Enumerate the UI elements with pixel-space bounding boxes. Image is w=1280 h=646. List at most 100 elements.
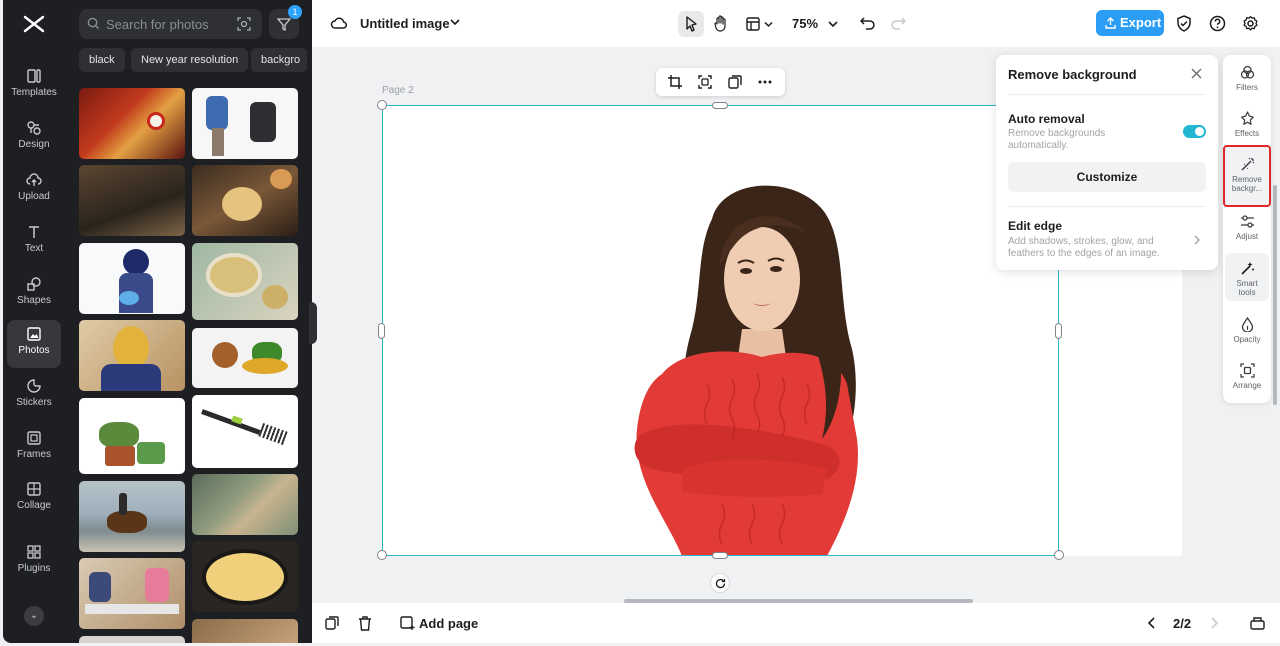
rail-item-frames[interactable]: Frames <box>7 424 61 472</box>
chevron-down-icon <box>764 21 773 28</box>
tag-chip[interactable]: black <box>79 48 125 72</box>
select-tool-button[interactable] <box>678 11 704 37</box>
undo-icon[interactable] <box>860 15 876 31</box>
add-page-button[interactable]: Add page <box>419 616 478 631</box>
tool-effects[interactable]: Effects <box>1225 111 1269 138</box>
photo-thumbnail[interactable] <box>192 88 298 159</box>
expand-chevron-icon[interactable]: ⌄ <box>24 606 44 626</box>
shield-check-icon[interactable] <box>1176 15 1192 32</box>
auto-removal-toggle[interactable] <box>1183 125 1206 138</box>
title-chevron-down-icon[interactable] <box>450 18 460 26</box>
layout-menu-button[interactable] <box>742 11 778 37</box>
rail-item-photos[interactable]: Photos <box>7 320 61 368</box>
tool-arrange[interactable]: Arrange <box>1225 363 1269 390</box>
close-icon[interactable] <box>1191 68 1202 79</box>
resize-handle-top-left[interactable] <box>377 100 387 110</box>
resize-handle-bottom-left[interactable] <box>377 550 387 560</box>
adjust-sliders-icon <box>1240 215 1254 228</box>
rotate-handle[interactable] <box>710 573 730 593</box>
tool-smart-tools[interactable]: Smart tools <box>1225 253 1269 301</box>
photo-thumbnail[interactable] <box>192 328 298 388</box>
help-question-icon[interactable] <box>1209 15 1226 32</box>
photo-thumbnail[interactable] <box>79 636 185 643</box>
duplicate-page-icon[interactable] <box>325 616 339 630</box>
zoom-chevron-down-icon[interactable] <box>828 20 838 28</box>
document-title[interactable]: Untitled image <box>360 16 450 31</box>
photo-thumbnail[interactable] <box>79 398 185 474</box>
rail-item-collage[interactable]: Collage <box>7 475 61 523</box>
photo-thumbnail[interactable] <box>192 619 298 643</box>
photo-thumbnail[interactable] <box>79 320 185 391</box>
rail-label: Design <box>18 139 50 150</box>
edit-edge-title: Edit edge <box>1008 219 1063 233</box>
customize-button[interactable]: Customize <box>1008 162 1206 192</box>
rail-item-plugins[interactable]: Plugins <box>7 538 61 586</box>
resize-handle-bottom[interactable] <box>712 552 728 559</box>
smart-crop-icon[interactable] <box>698 75 712 89</box>
photo-thumbnail[interactable] <box>79 165 185 236</box>
photo-thumbnail[interactable] <box>192 541 298 612</box>
resize-handle-left[interactable] <box>378 323 385 339</box>
rail-item-upload[interactable]: Upload <box>7 166 61 214</box>
tool-filters[interactable]: Filters <box>1225 65 1269 92</box>
left-rail: Templates Design Upload Text Shapes Phot… <box>3 0 65 643</box>
tag-chip[interactable]: New year resolution <box>131 48 249 72</box>
top-bar: Untitled image 75% Export <box>312 0 1280 47</box>
rail-item-shapes[interactable]: Shapes <box>7 270 61 318</box>
photo-thumbnail[interactable] <box>192 395 298 468</box>
photo-thumbnail[interactable] <box>79 243 185 314</box>
redo-icon[interactable] <box>890 15 906 31</box>
edit-edge-row[interactable]: Edit edge Add shadows, strokes, glow, an… <box>996 207 1218 267</box>
photo-thumbnail[interactable] <box>192 474 298 535</box>
floating-toolbar <box>656 68 785 96</box>
stickers-icon <box>27 379 41 393</box>
image-search-icon[interactable] <box>236 16 252 32</box>
photo-thumbnail[interactable] <box>79 481 185 552</box>
prev-page-chevron-icon[interactable] <box>1148 617 1156 629</box>
selection-frame[interactable] <box>382 105 1059 556</box>
crop-icon[interactable] <box>668 75 682 89</box>
photo-thumbnail[interactable] <box>79 558 185 629</box>
duplicate-icon[interactable] <box>728 75 742 89</box>
auto-removal-desc-line2: automatically. <box>1008 140 1069 151</box>
zoom-level[interactable]: 75% <box>792 16 818 31</box>
photo-thumbnail[interactable] <box>79 88 185 159</box>
resize-handle-bottom-right[interactable] <box>1054 550 1064 560</box>
trash-icon[interactable] <box>358 616 372 631</box>
rail-item-design[interactable]: Design <box>7 114 61 162</box>
rail-label: Collage <box>17 500 51 511</box>
remove-background-wand-icon <box>1240 157 1254 171</box>
chevron-right-icon <box>1194 235 1200 245</box>
next-page-chevron-icon[interactable] <box>1210 617 1218 629</box>
resize-handle-top[interactable] <box>712 102 728 109</box>
capcut-logo-icon[interactable] <box>22 12 46 36</box>
bottom-bar: Add page 2/2 <box>312 603 1280 643</box>
tag-chip[interactable]: backgro <box>251 48 307 72</box>
cloud-sync-icon[interactable] <box>330 15 348 31</box>
rail-item-templates[interactable]: Templates <box>7 62 61 110</box>
tool-adjust[interactable]: Adjust <box>1225 214 1269 241</box>
hand-tool-button[interactable] <box>708 11 734 37</box>
tool-remove-background[interactable]: Remove backgr... <box>1223 145 1271 207</box>
search-input[interactable]: Search for photos <box>79 9 262 39</box>
photo-thumbnail[interactable] <box>192 243 298 320</box>
tool-opacity[interactable]: Opacity <box>1225 317 1269 344</box>
rail-item-stickers[interactable]: Stickers <box>7 372 61 420</box>
page-label: Page 2 <box>382 85 414 96</box>
panel-collapse-handle[interactable] <box>309 302 317 344</box>
photo-thumbnail[interactable] <box>192 165 298 236</box>
export-label: Export <box>1120 15 1162 30</box>
vertical-scrollbar[interactable] <box>1273 185 1277 405</box>
auto-removal-title: Auto removal <box>1008 112 1085 126</box>
tool-label: Filters <box>1236 83 1258 92</box>
right-tools-panel: Filters Effects Remove backgr... Adjust … <box>1223 55 1271 403</box>
rail-item-text[interactable]: Text <box>7 218 61 266</box>
export-button[interactable]: Export <box>1096 10 1164 36</box>
add-page-icon[interactable] <box>400 616 415 631</box>
resize-handle-right[interactable] <box>1055 323 1062 339</box>
pages-panel-icon[interactable] <box>1250 616 1265 630</box>
rail-label: Templates <box>11 87 57 98</box>
settings-gear-icon[interactable] <box>1242 15 1259 32</box>
more-options-icon[interactable] <box>758 80 772 84</box>
rail-label: Plugins <box>17 563 51 574</box>
